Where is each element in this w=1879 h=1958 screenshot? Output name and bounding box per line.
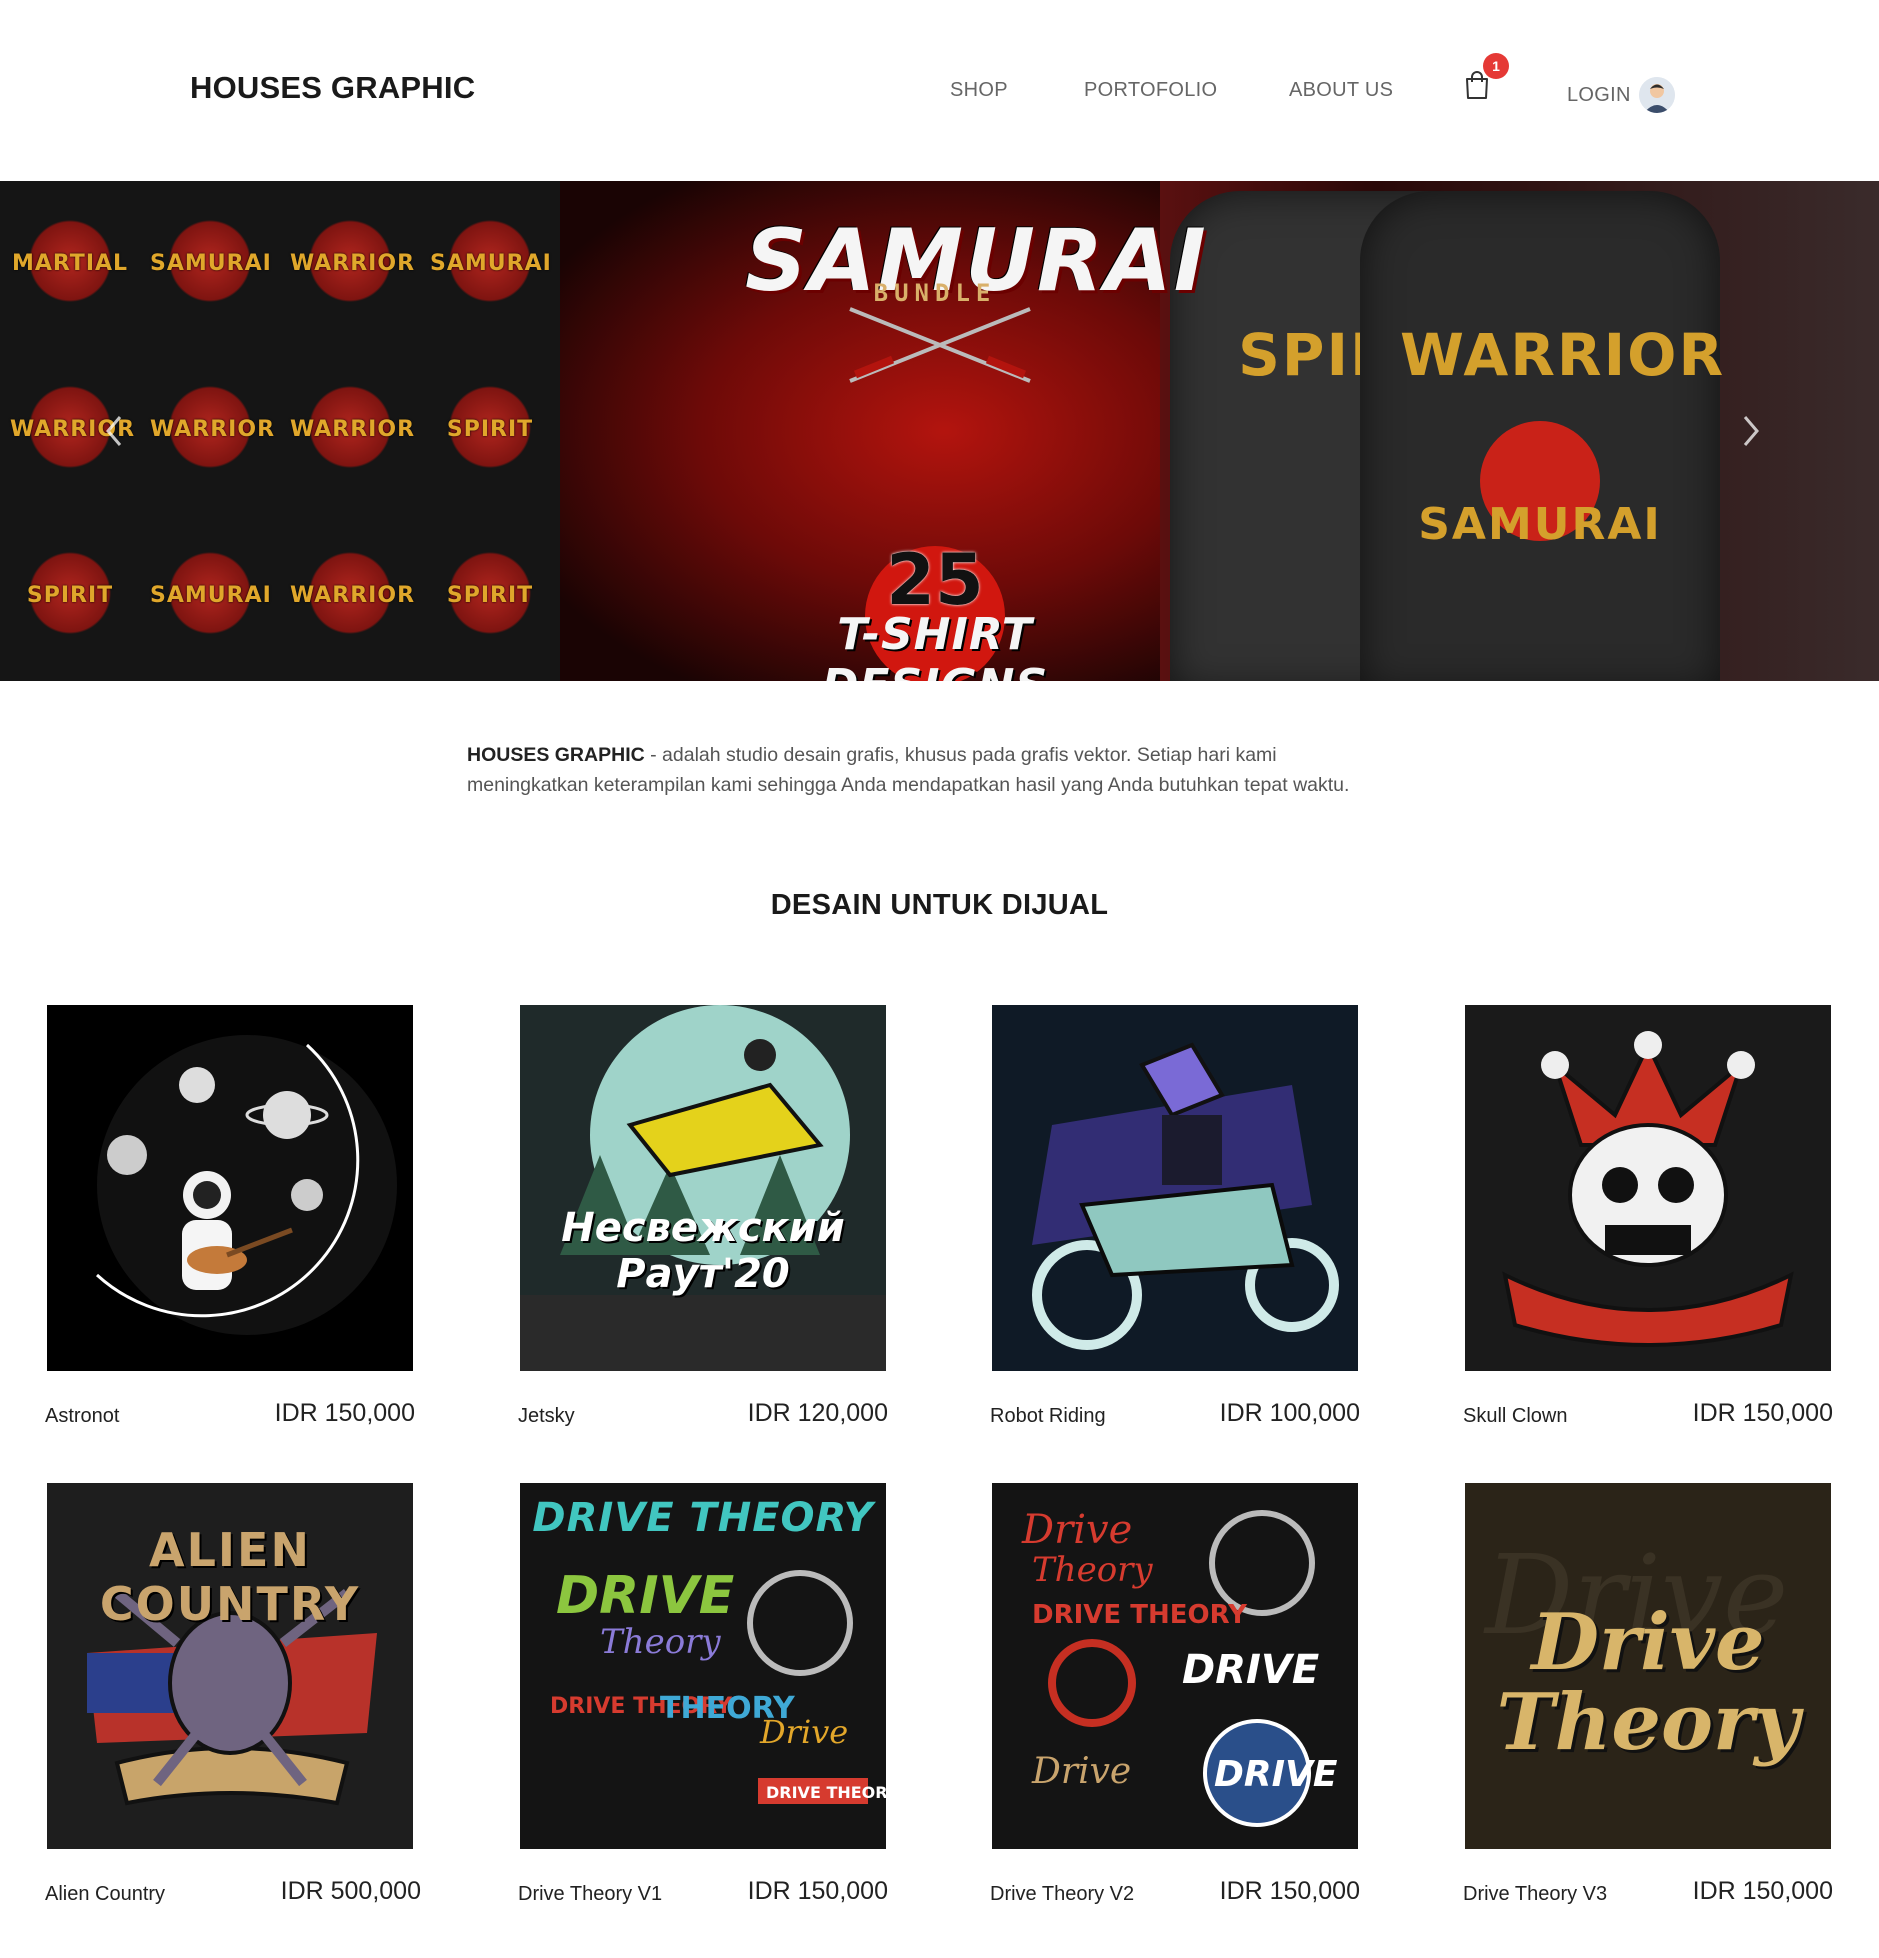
hero-badge: SPIRIT xyxy=(420,513,560,679)
svg-text:DRIVE: DRIVE xyxy=(1214,1754,1338,1795)
astronaut-moon-artwork xyxy=(47,1005,413,1371)
carousel-prev-button[interactable] xyxy=(100,411,130,451)
brand-logo[interactable]: HOUSES GRAPHIC xyxy=(190,70,475,106)
product-name[interactable]: Robot Riding xyxy=(990,1405,1106,1428)
product-name[interactable]: Skull Clown xyxy=(1463,1405,1567,1428)
svg-text:DRIVE THEORY: DRIVE THEORY xyxy=(766,1783,886,1802)
product-card[interactable]: Drive Theory DRIVE THEORY DRIVE Drive DR… xyxy=(990,1483,1360,1913)
product-name[interactable]: Astronot xyxy=(45,1405,119,1428)
product-price: IDR 150,000 xyxy=(1219,1877,1360,1905)
product-name[interactable]: Drive Theory V3 xyxy=(1463,1883,1607,1906)
product-card[interactable]: Drive Drive Theory Drive Theory V3 IDR 1… xyxy=(1463,1483,1833,1913)
login-button[interactable]: LOGIN xyxy=(1567,75,1675,115)
svg-text:Drive: Drive xyxy=(1021,1507,1132,1553)
chevron-right-icon xyxy=(1743,416,1759,446)
cart-button[interactable]: 1 xyxy=(1461,53,1509,102)
product-card[interactable]: Skull Clown IDR 150,000 xyxy=(1463,1005,1833,1435)
product-card[interactable]: Robot Riding IDR 100,000 xyxy=(990,1005,1360,1435)
svg-text:Theory: Theory xyxy=(600,1622,721,1662)
tshirt-print-text: WARRIOR xyxy=(1400,321,1726,389)
hero-badge: WARRIOR xyxy=(280,181,420,347)
svg-text:Drive: Drive xyxy=(1031,1751,1131,1792)
chevron-left-icon xyxy=(106,416,122,446)
product-price: IDR 150,000 xyxy=(274,1399,415,1427)
product-name[interactable]: Alien Country xyxy=(45,1883,165,1906)
crossed-swords-icon xyxy=(849,307,1031,383)
cart-count-badge: 1 xyxy=(1483,53,1509,79)
nav-shop-link[interactable]: SHOP xyxy=(950,79,1008,102)
product-image[interactable]: Drive Drive Theory xyxy=(1465,1483,1831,1849)
hero-badge: WARRIOR xyxy=(280,513,420,679)
drive-v3-artwork-text: Drive Theory xyxy=(1496,1597,1800,1768)
svg-text:Drive: Drive xyxy=(759,1713,848,1751)
hero-badge: SPIRIT xyxy=(420,347,560,513)
product-image[interactable] xyxy=(47,1005,413,1371)
product-image[interactable]: DRIVE Theory DRIVE THEORY THEORY Drive D… xyxy=(520,1483,886,1849)
nav-about-link[interactable]: ABOUT US xyxy=(1289,79,1393,102)
about-paragraph: HOUSES GRAPHIC - adalah studio desain gr… xyxy=(467,740,1397,800)
tshirt-print-text: SAMURAI xyxy=(1418,499,1662,550)
svg-text:DRIVE THEORY: DRIVE THEORY xyxy=(1032,1600,1248,1630)
product-image[interactable]: Несвежский Раут'20 xyxy=(520,1005,886,1371)
section-title: DESAIN UNTUK DIJUAL xyxy=(770,889,1109,921)
product-card[interactable]: ALIEN COUNTRY Alien Country IDR 500,000 xyxy=(45,1483,421,1913)
hero-badge: SAMURAI xyxy=(140,513,280,679)
jetsky-artwork-text: Несвежский Раут'20 xyxy=(561,1205,845,1297)
product-image[interactable]: ALIEN COUNTRY xyxy=(47,1483,413,1849)
product-price: IDR 150,000 xyxy=(1692,1877,1833,1905)
tshirt-mockup: WARRIOR SAMURAI xyxy=(1360,191,1726,681)
hero-badge: SAMURAI xyxy=(140,181,280,347)
product-price: IDR 150,000 xyxy=(747,1877,888,1905)
hero-badge: WARRIOR xyxy=(140,347,280,513)
alien-artwork-text: ALIEN COUNTRY xyxy=(99,1523,361,1631)
hero-banner: MARTIAL SAMURAI WARRIOR SAMURAI WARRIOR … xyxy=(0,181,1879,681)
product-image[interactable] xyxy=(1465,1005,1831,1371)
product-price: IDR 100,000 xyxy=(1219,1399,1360,1427)
hero-badge: WARRIOR xyxy=(280,347,420,513)
drive-theory-v2-artwork: Drive Theory DRIVE THEORY DRIVE Drive DR… xyxy=(992,1483,1358,1849)
product-card[interactable]: DRIVE Theory DRIVE THEORY THEORY Drive D… xyxy=(518,1483,888,1913)
product-image[interactable] xyxy=(992,1005,1358,1371)
about-brand: HOUSES GRAPHIC xyxy=(467,744,645,766)
hero-badge: SPIRIT xyxy=(0,513,140,679)
hero-badge: SAMURAI xyxy=(420,181,560,347)
snowmobile-artwork xyxy=(520,1005,886,1371)
nav-portofolio-link[interactable]: PORTOFOLIO xyxy=(1084,79,1217,102)
svg-text:DRIVE: DRIVE xyxy=(1182,1647,1319,1693)
hero-badge: MARTIAL xyxy=(0,181,140,347)
product-name[interactable]: Drive Theory V2 xyxy=(990,1883,1134,1906)
skull-clown-artwork xyxy=(1465,1005,1831,1371)
product-price: IDR 150,000 xyxy=(1692,1399,1833,1427)
product-image[interactable]: Drive Theory DRIVE THEORY DRIVE Drive DR… xyxy=(992,1483,1358,1849)
carousel-next-button[interactable] xyxy=(1735,411,1765,451)
product-card[interactable]: Astronot IDR 150,000 xyxy=(45,1005,415,1435)
hero-badge-grid: MARTIAL SAMURAI WARRIOR SAMURAI WARRIOR … xyxy=(0,181,560,681)
product-card[interactable]: Несвежский Раут'20 Jetsky IDR 120,000 xyxy=(518,1005,888,1435)
product-name[interactable]: Drive Theory V1 xyxy=(518,1883,662,1906)
drive-v1-artwork-text: DRIVE THEORY xyxy=(532,1495,874,1541)
svg-text:DRIVE: DRIVE xyxy=(556,1566,734,1626)
site-header: HOUSES GRAPHIC SHOP PORTOFOLIO ABOUT US … xyxy=(0,0,1879,181)
product-name[interactable]: Jetsky xyxy=(518,1405,575,1428)
product-price: IDR 500,000 xyxy=(280,1877,421,1905)
product-price: IDR 120,000 xyxy=(747,1399,888,1427)
svg-text:Theory: Theory xyxy=(1032,1550,1153,1590)
hero-tagline: T-SHIRT DESIGNS xyxy=(822,609,1047,681)
login-label: LOGIN xyxy=(1567,83,1631,106)
user-avatar-icon xyxy=(1638,77,1675,113)
robot-motorcycle-artwork xyxy=(992,1005,1358,1371)
